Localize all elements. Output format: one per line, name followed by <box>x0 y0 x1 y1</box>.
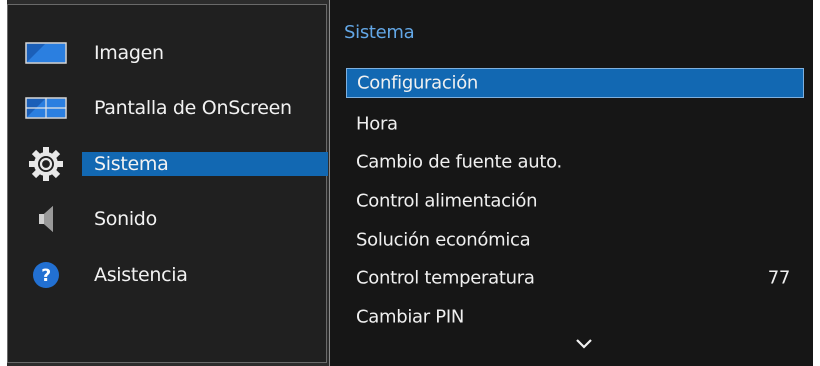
menu-item-onscreen[interactable]: Pantalla de OnScreen <box>8 88 328 128</box>
main-menu-panel: Imagen Pantalla de OnScreen Sistema Soni… <box>7 4 328 363</box>
menu-item-asistencia[interactable]: ? Asistencia <box>8 255 328 295</box>
menu-item-label: Pantalla de OnScreen <box>94 97 292 119</box>
menu-item-sistema[interactable]: Sistema <box>8 144 328 184</box>
menu-item-label: Sistema <box>94 153 169 175</box>
submenu-title: Sistema <box>344 22 415 43</box>
menu-item-sonido[interactable]: Sonido <box>8 199 328 239</box>
submenu-item-control-alimentacion[interactable]: Control alimentación <box>346 186 804 216</box>
submenu-item-label: Hora <box>356 113 398 135</box>
menu-item-label: Imagen <box>94 42 164 64</box>
speaker-icon <box>24 203 68 235</box>
submenu-item-cambio-fuente[interactable]: Cambio de fuente auto. <box>346 147 804 177</box>
menu-item-label: Asistencia <box>94 264 188 286</box>
menu-item-imagen[interactable]: Imagen <box>8 33 328 73</box>
submenu-item-label: Control alimentación <box>356 190 538 212</box>
chevron-down-icon[interactable] <box>574 336 594 352</box>
menu-item-label: Sonido <box>94 208 157 230</box>
submenu-item-label: Solución económica <box>356 229 531 251</box>
submenu-panel: Sistema Configuración Hora Cambio de fue… <box>329 0 813 366</box>
submenu-item-label: Cambio de fuente auto. <box>356 151 562 173</box>
submenu-item-hora[interactable]: Hora <box>346 109 804 139</box>
temperature-value: 77 <box>767 267 791 289</box>
submenu-item-cambiar-pin[interactable]: Cambiar PIN <box>346 302 804 332</box>
gear-icon <box>24 147 68 181</box>
onscreen-display-icon <box>24 92 68 124</box>
submenu-item-control-temperatura[interactable]: Control temperatura 77 <box>346 263 804 293</box>
submenu-item-label: Control temperatura <box>356 267 535 289</box>
submenu-item-solucion-economica[interactable]: Solución económica <box>346 225 804 255</box>
submenu-item-label: Configuración <box>357 72 479 94</box>
picture-icon <box>24 37 68 69</box>
svg-text:?: ? <box>41 266 51 286</box>
submenu-item-configuracion[interactable]: Configuración <box>346 68 804 98</box>
help-icon: ? <box>24 259 68 291</box>
submenu-item-label: Cambiar PIN <box>356 306 465 328</box>
